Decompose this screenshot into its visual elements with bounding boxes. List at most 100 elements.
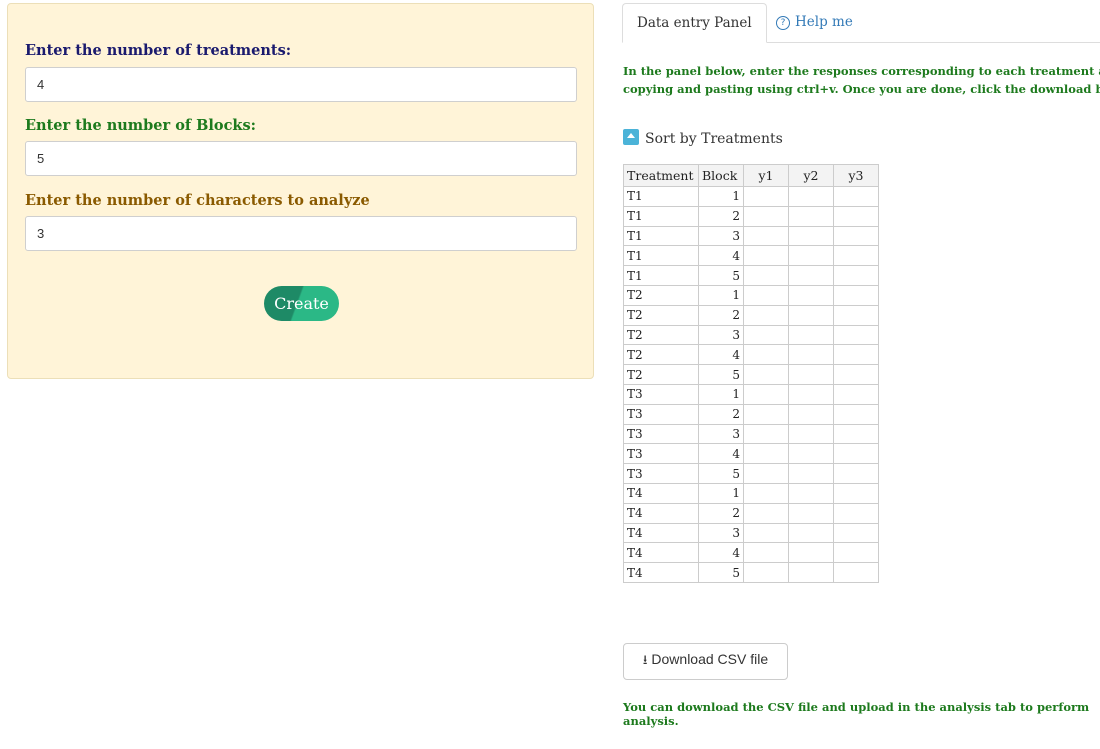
y3-cell[interactable] [833,225,879,247]
treatment-cell[interactable]: T3 [623,383,699,405]
y1-cell[interactable] [743,463,789,484]
y1-cell[interactable] [743,542,789,564]
block-cell[interactable]: 3 [698,324,744,346]
blocks-input[interactable] [25,141,577,176]
treatment-cell[interactable]: T1 [623,245,699,267]
y3-cell[interactable] [833,245,879,267]
block-cell[interactable]: 1 [698,482,744,504]
y2-cell[interactable] [788,403,834,425]
y2-cell[interactable] [788,364,834,385]
y3-cell[interactable] [833,482,879,504]
block-cell[interactable]: 1 [698,186,744,207]
treatment-cell[interactable]: T2 [623,304,699,326]
y3-cell[interactable] [833,186,879,207]
y2-cell[interactable] [788,542,834,564]
y1-cell[interactable] [743,482,789,504]
column-header-treatment[interactable]: Treatment [623,164,699,187]
y3-cell[interactable] [833,265,879,286]
y2-cell[interactable] [788,205,834,227]
block-cell[interactable]: 3 [698,225,744,247]
y2-cell[interactable] [788,186,834,207]
treatment-cell[interactable]: T1 [623,186,699,207]
y2-cell[interactable] [788,304,834,326]
y3-cell[interactable] [833,344,879,366]
y2-cell[interactable] [788,284,834,306]
treatment-cell[interactable]: T1 [623,225,699,247]
y3-cell[interactable] [833,304,879,326]
y2-cell[interactable] [788,383,834,405]
y3-cell[interactable] [833,423,879,445]
block-cell[interactable]: 5 [698,562,744,583]
y1-cell[interactable] [743,423,789,445]
treatment-cell[interactable]: T2 [623,324,699,346]
treatment-cell[interactable]: T2 [623,364,699,385]
y2-cell[interactable] [788,482,834,504]
y2-cell[interactable] [788,502,834,524]
treatment-cell[interactable]: T3 [623,423,699,445]
treatment-cell[interactable]: T2 [623,344,699,366]
y1-cell[interactable] [743,522,789,544]
block-cell[interactable]: 5 [698,364,744,385]
block-cell[interactable]: 2 [698,205,744,227]
y2-cell[interactable] [788,522,834,544]
y2-cell[interactable] [788,225,834,247]
y2-cell[interactable] [788,423,834,445]
y2-cell[interactable] [788,344,834,366]
tab-help[interactable]: ? Help me [762,3,867,41]
treatment-cell[interactable]: T4 [623,542,699,564]
block-cell[interactable]: 4 [698,245,744,267]
treatment-cell[interactable]: T4 [623,482,699,504]
y1-cell[interactable] [743,403,789,425]
block-cell[interactable]: 4 [698,542,744,564]
y3-cell[interactable] [833,443,879,465]
treatments-input[interactable] [25,67,577,102]
treatment-cell[interactable]: T4 [623,522,699,544]
y3-cell[interactable] [833,542,879,564]
characters-input[interactable] [25,216,577,251]
y3-cell[interactable] [833,284,879,306]
y2-cell[interactable] [788,324,834,346]
block-cell[interactable]: 1 [698,284,744,306]
treatment-cell[interactable]: T2 [623,284,699,306]
y3-cell[interactable] [833,463,879,484]
create-button[interactable]: Create [264,286,339,321]
block-cell[interactable]: 2 [698,502,744,524]
y1-cell[interactable] [743,324,789,346]
column-header-block[interactable]: Block [698,164,744,187]
treatment-cell[interactable]: T3 [623,443,699,465]
treatment-cell[interactable]: T1 [623,205,699,227]
y1-cell[interactable] [743,364,789,385]
block-cell[interactable]: 5 [698,463,744,484]
y1-cell[interactable] [743,383,789,405]
y3-cell[interactable] [833,562,879,583]
treatment-cell[interactable]: T3 [623,403,699,425]
block-cell[interactable]: 4 [698,344,744,366]
block-cell[interactable]: 2 [698,304,744,326]
y3-cell[interactable] [833,324,879,346]
treatment-cell[interactable]: T3 [623,463,699,484]
y1-cell[interactable] [743,284,789,306]
y2-cell[interactable] [788,245,834,267]
download-csv-button[interactable]: ⭳ Download CSV file [623,643,788,680]
y2-cell[interactable] [788,443,834,465]
y3-cell[interactable] [833,205,879,227]
block-cell[interactable]: 4 [698,443,744,465]
y1-cell[interactable] [743,205,789,227]
block-cell[interactable]: 2 [698,403,744,425]
treatment-cell[interactable]: T1 [623,265,699,286]
y3-cell[interactable] [833,383,879,405]
y2-cell[interactable] [788,265,834,286]
sort-toggle[interactable]: Sort by Treatments [623,129,783,147]
y3-cell[interactable] [833,403,879,425]
tab-data-entry[interactable]: Data entry Panel [622,3,767,43]
treatment-cell[interactable]: T4 [623,502,699,524]
y1-cell[interactable] [743,443,789,465]
column-header-y1[interactable]: y1 [743,164,789,187]
column-header-y3[interactable]: y3 [833,164,879,187]
y1-cell[interactable] [743,304,789,326]
block-cell[interactable]: 3 [698,423,744,445]
y1-cell[interactable] [743,265,789,286]
y1-cell[interactable] [743,344,789,366]
y3-cell[interactable] [833,502,879,524]
block-cell[interactable]: 1 [698,383,744,405]
